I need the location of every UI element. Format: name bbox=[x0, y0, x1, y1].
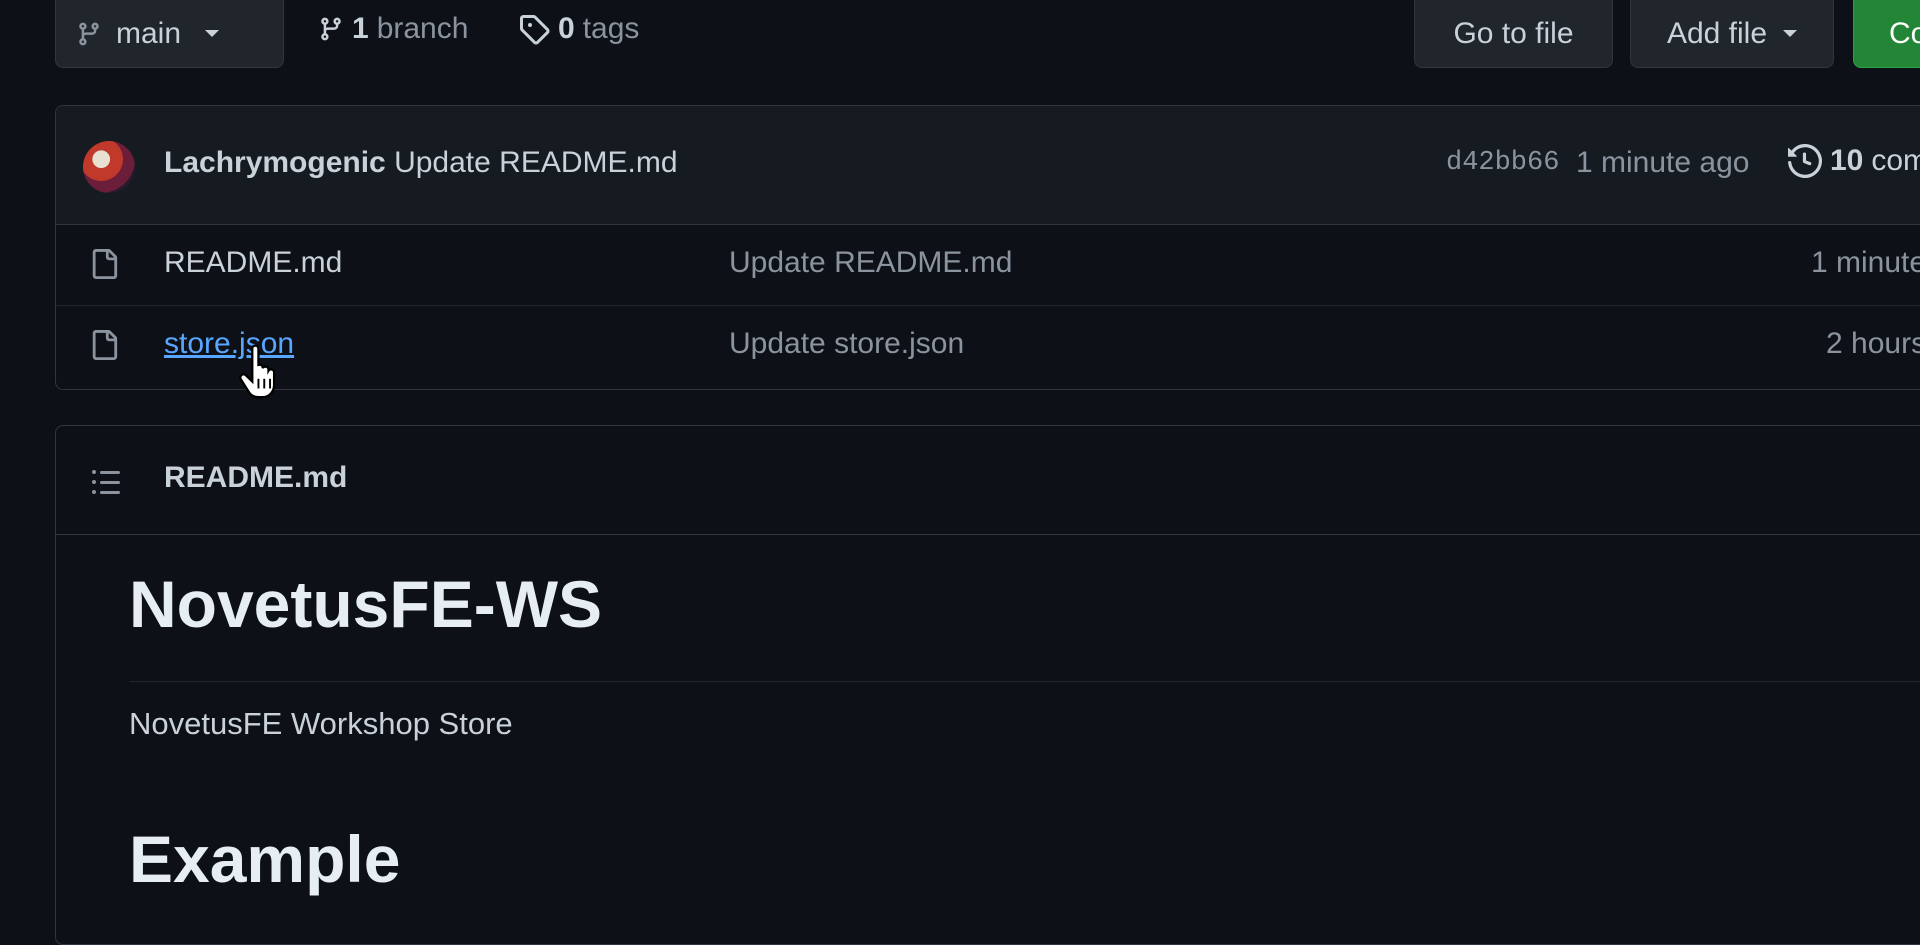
tag-label: tags bbox=[582, 12, 640, 45]
tag-icon bbox=[518, 13, 550, 45]
commits-label: commits bbox=[1871, 144, 1920, 177]
add-file-button[interactable]: Add file bbox=[1630, 0, 1834, 68]
latest-commit-row: Lachrymogenic Update README.md d42bb66 1… bbox=[56, 106, 1920, 225]
git-branch-icon bbox=[76, 19, 102, 49]
file-age: 1 minute ago bbox=[1811, 246, 1920, 279]
tags-link[interactable]: 0 tags bbox=[518, 12, 639, 46]
commit-author[interactable]: Lachrymogenic bbox=[164, 146, 386, 179]
file-row: store.json Update store.json 2 hours ago bbox=[56, 305, 1920, 386]
branch-count: 1 bbox=[352, 12, 369, 45]
add-file-label: Add file bbox=[1666, 16, 1768, 50]
hand-cursor-icon bbox=[236, 344, 284, 402]
file-age: 2 hours ago bbox=[1826, 327, 1920, 360]
commit-message[interactable]: Update README.md bbox=[394, 146, 677, 179]
file-commit-message[interactable]: Update store.json bbox=[729, 327, 964, 361]
file-row: README.md Update README.md 1 minute ago bbox=[56, 224, 1920, 306]
branches-link[interactable]: 1 branch bbox=[318, 12, 468, 46]
git-branch-icon bbox=[318, 14, 344, 44]
caret-down-icon bbox=[1783, 30, 1798, 37]
list-unordered-icon[interactable] bbox=[90, 466, 122, 498]
avatar[interactable] bbox=[83, 141, 135, 193]
history-icon bbox=[1788, 144, 1822, 178]
readme-header: README.md bbox=[56, 426, 1920, 535]
code-label: Code bbox=[1889, 16, 1920, 50]
commits-count: 10 bbox=[1830, 144, 1864, 177]
file-name-link[interactable]: README.md bbox=[164, 246, 342, 280]
commit-time: 1 minute ago bbox=[1576, 146, 1750, 179]
file-commit-message[interactable]: Update README.md bbox=[729, 246, 1012, 280]
readme-filename[interactable]: README.md bbox=[164, 461, 347, 495]
branch-selector-button[interactable]: main bbox=[55, 0, 284, 68]
file-listing: Lachrymogenic Update README.md d42bb66 1… bbox=[55, 105, 1920, 390]
heading-divider bbox=[129, 681, 1920, 682]
tag-count: 0 bbox=[558, 12, 575, 45]
branch-label: branch bbox=[376, 12, 469, 45]
go-to-file-label: Go to file bbox=[1453, 16, 1574, 50]
code-button[interactable]: Code bbox=[1853, 0, 1920, 68]
commits-link[interactable]: 10 commits bbox=[1788, 144, 1920, 178]
readme-panel: README.md NovetusFE-WS NovetusFE Worksho… bbox=[55, 425, 1920, 945]
file-icon bbox=[89, 247, 119, 281]
go-to-file-button[interactable]: Go to file bbox=[1414, 0, 1613, 68]
readme-description: NovetusFE Workshop Store bbox=[129, 706, 513, 741]
readme-section-heading: Example bbox=[129, 822, 401, 896]
commit-hash[interactable]: d42bb66 bbox=[1446, 148, 1559, 178]
readme-title: NovetusFE-WS bbox=[129, 567, 603, 641]
file-icon bbox=[89, 328, 119, 362]
caret-down-icon bbox=[205, 30, 220, 37]
branch-selector-label: main bbox=[116, 16, 182, 50]
